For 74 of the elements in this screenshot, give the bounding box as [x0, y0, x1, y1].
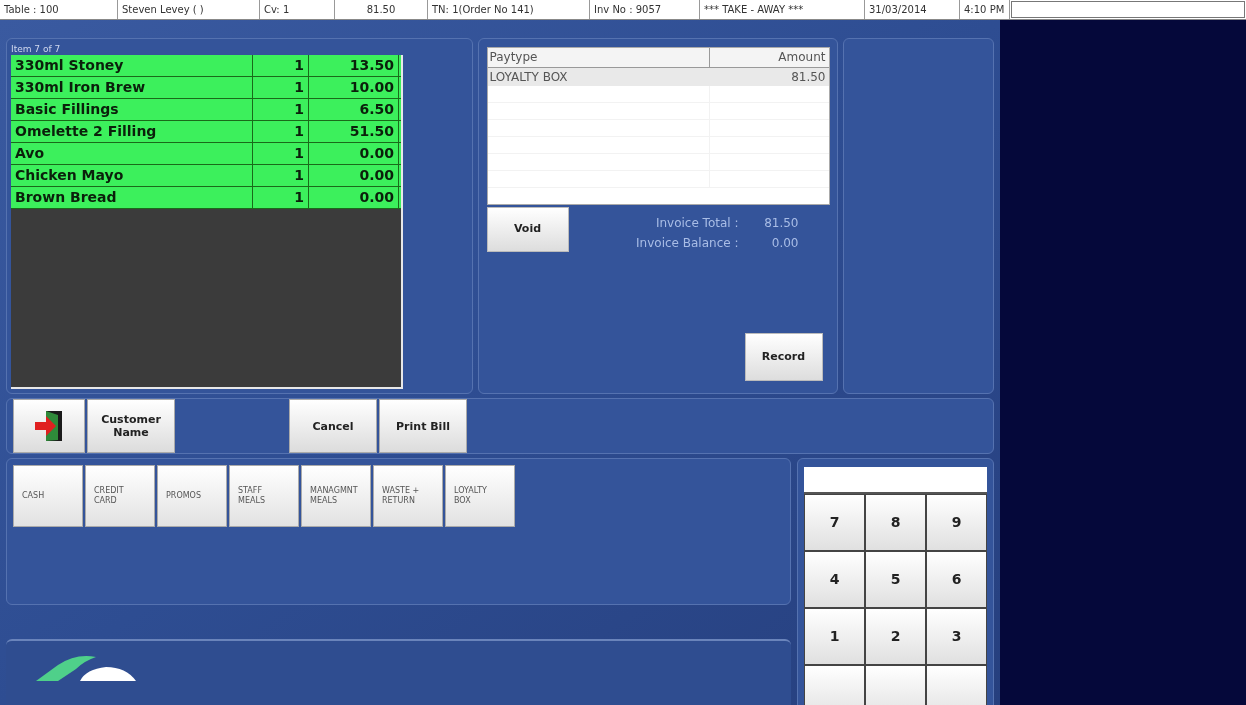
- total-label: Invoice Total :: [654, 215, 739, 232]
- exit-door-icon: [34, 410, 64, 442]
- header-input-field[interactable]: [1011, 1, 1245, 18]
- keypad-key[interactable]: 7: [804, 494, 866, 551]
- paytype-button[interactable]: STAFF MEALS: [229, 465, 299, 527]
- order-cell: 1: [253, 99, 309, 120]
- order-cell: 51.50: [309, 121, 399, 142]
- header-field: Table : 100: [0, 0, 118, 19]
- keypad-key[interactable]: 4: [804, 551, 866, 608]
- header-field: 81.50: [335, 0, 428, 19]
- keypad-key[interactable]: 5: [865, 551, 927, 608]
- order-cell: Avo: [11, 143, 253, 164]
- item-counter: Item 7 of 7: [11, 43, 62, 55]
- keypad-key[interactable]: 8: [865, 494, 927, 551]
- paytype-button[interactable]: PROMOS: [157, 465, 227, 527]
- action-button[interactable]: Customer Name: [87, 399, 175, 453]
- order-cell: 1: [253, 121, 309, 142]
- header-field: Steven Levey ( ): [118, 0, 260, 19]
- order-cell: 10.00: [309, 77, 399, 98]
- exit-button[interactable]: [13, 399, 85, 453]
- paytype-button[interactable]: WASTE + RETURN: [373, 465, 443, 527]
- header-field: 31/03/2014: [865, 0, 960, 19]
- table-cell-text: 81.50: [790, 69, 827, 86]
- action-button[interactable]: Print Bill: [379, 399, 467, 453]
- order-cell: 0.00: [309, 187, 399, 208]
- order-cell: 330ml Iron Brew: [11, 77, 253, 98]
- order-row[interactable]: Omelette 2 Filling 1 51.50: [11, 121, 401, 143]
- keypad-key[interactable]: 9: [926, 494, 987, 551]
- paytype-button[interactable]: CASH: [13, 465, 83, 527]
- keypad-key[interactable]: 6: [926, 551, 987, 608]
- order-cell: 1: [253, 55, 309, 76]
- paytype-button[interactable]: LOYALTY BOX: [445, 465, 515, 527]
- header-field: Inv No : 9057: [590, 0, 700, 19]
- column-header: Paytype: [487, 48, 710, 67]
- total-label: Invoice Balance :: [635, 235, 739, 252]
- action-button[interactable]: Cancel: [289, 399, 377, 453]
- keypad-key[interactable]: [926, 665, 987, 705]
- void-button[interactable]: Void: [486, 207, 569, 252]
- order-row[interactable]: Brown Bread 1 0.00: [11, 187, 401, 209]
- order-cell: 13.50: [309, 55, 399, 76]
- logo-swoosh-icon: [36, 655, 136, 681]
- order-cell: 330ml Stoney: [11, 55, 253, 76]
- order-cell: 0.00: [309, 165, 399, 186]
- order-cell: Basic Fillings: [11, 99, 253, 120]
- order-cell: Chicken Mayo: [11, 165, 253, 186]
- keypad-key[interactable]: [865, 665, 927, 705]
- order-cell: Brown Bread: [11, 187, 253, 208]
- keypad-key[interactable]: 2: [865, 608, 927, 665]
- header-field: TN: 1(Order No 141): [428, 0, 590, 19]
- total-value: 0.00: [770, 235, 799, 252]
- order-row[interactable]: Chicken Mayo 1 0.00: [11, 165, 401, 187]
- keypad-key[interactable]: 1: [804, 608, 866, 665]
- table-cell-text: LOYALTY BOX: [488, 69, 569, 86]
- header-field: Cv: 1: [260, 0, 335, 19]
- order-cell: 1: [253, 165, 309, 186]
- paytype-button[interactable]: MANAGMNT MEALS: [301, 465, 371, 527]
- order-cell: Omelette 2 Filling: [11, 121, 253, 142]
- order-cell: 6.50: [309, 99, 399, 120]
- paytype-button[interactable]: CREDIT CARD: [85, 465, 155, 527]
- order-row[interactable]: 330ml Iron Brew 1 10.00: [11, 77, 401, 99]
- keypad-key[interactable]: [804, 665, 866, 705]
- column-header: Amount: [777, 49, 827, 66]
- order-cell: 1: [253, 143, 309, 164]
- keypad-key[interactable]: 3: [926, 608, 987, 665]
- record-button[interactable]: Record: [744, 333, 823, 381]
- header-field: 4:10 PM: [960, 0, 1010, 19]
- order-cell: 0.00: [309, 143, 399, 164]
- order-row[interactable]: Avo 1 0.00: [11, 143, 401, 165]
- order-row[interactable]: 330ml Stoney 1 13.50: [11, 55, 401, 77]
- order-cell: 1: [253, 77, 309, 98]
- order-row[interactable]: Basic Fillings 1 6.50: [11, 99, 401, 121]
- total-value: 81.50: [763, 215, 799, 232]
- order-cell: 1: [253, 187, 309, 208]
- header-field: *** TAKE - AWAY ***: [700, 0, 865, 19]
